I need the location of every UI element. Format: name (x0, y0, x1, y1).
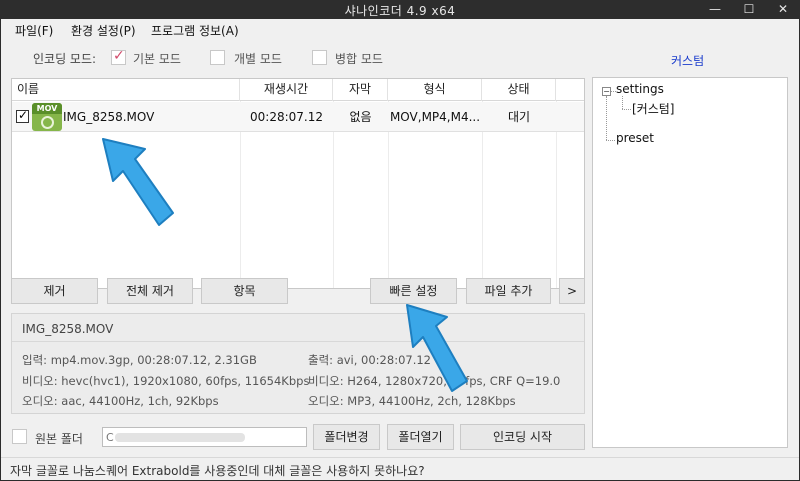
column-header-format[interactable]: 형식 (388, 79, 482, 101)
source-folder-label[interactable]: 원본 폴더 (35, 430, 83, 447)
merge-mode-checkbox[interactable] (312, 50, 327, 65)
info-filename: IMG_8258.MOV (22, 322, 114, 336)
divider (12, 341, 584, 342)
blurred-path (115, 433, 245, 442)
open-folder-button[interactable]: 폴더열기 (387, 424, 454, 450)
status-text: 자막 글꼴로 나눔스퀘어 Extrabold를 사용중인데 대체 글꼴은 사용하… (10, 464, 425, 478)
merge-mode-label[interactable]: 병합 모드 (335, 50, 383, 67)
restore-button[interactable]: ☐ (732, 0, 766, 19)
mov-tag: MOV (32, 103, 62, 114)
input-audio: 오디오: aac, 44100Hz, 1ch, 92Kbps (22, 394, 219, 408)
output-path-input[interactable]: C (102, 427, 307, 447)
mov-file-icon: MOV (32, 103, 62, 131)
menu-file[interactable]: 파일(F) (15, 22, 53, 39)
collapse-toggle-icon[interactable]: − (602, 87, 611, 96)
settings-tree: − settings [커스텀] preset (592, 77, 788, 448)
table-row[interactable]: MOV IMG_8258.MOV 00:28:07.12 없음 MOV,MP4,… (12, 102, 584, 132)
custom-link[interactable]: 커스텀 (671, 52, 704, 69)
annotation-arrow-icon (102, 138, 174, 226)
output-path-prefix: C (106, 431, 114, 444)
column-header-status[interactable]: 상태 (482, 79, 556, 101)
encoding-mode-label: 인코딩 모드: (33, 52, 97, 66)
table-header: 이름 재생시간 자막 형식 상태 (12, 79, 584, 101)
subtitle-cell: 없음 (349, 110, 372, 124)
individual-mode-label[interactable]: 개별 모드 (234, 50, 282, 67)
minimize-button[interactable]: — (698, 0, 732, 19)
tree-connector (622, 109, 631, 110)
basic-mode-checkbox[interactable] (111, 48, 126, 65)
format-cell: MOV,MP4,M4... (389, 110, 481, 124)
close-button[interactable]: ✕ (766, 0, 800, 19)
menu-bar: 파일(F) 환경 설정(P) 프로그램 정보(A) (1, 19, 799, 41)
column-header-name[interactable]: 이름 (12, 79, 240, 101)
encoding-mode-bar: 인코딩 모드: 기본 모드 개별 모드 병합 모드 (1, 46, 581, 68)
film-reel-icon (41, 116, 54, 129)
annotation-arrow-icon (406, 304, 468, 392)
input-video: 비디오: hevc(hvc1), 1920x1080, 60fps, 11654… (22, 374, 310, 388)
remove-button[interactable]: 제거 (11, 278, 98, 304)
tree-connector (606, 96, 607, 140)
app-window: 파일(F) 환경 설정(P) 프로그램 정보(A) 인코딩 모드: 기본 모드 … (1, 19, 799, 480)
column-header-subtitle[interactable]: 자막 (333, 79, 388, 101)
tree-connector (622, 96, 623, 109)
status-cell: 대기 (507, 110, 531, 124)
file-name-cell: IMG_8258.MOV (63, 110, 155, 124)
tree-node-settings[interactable]: settings (616, 82, 664, 96)
tree-node-custom[interactable]: [커스텀] (632, 100, 674, 117)
more-button[interactable]: > (559, 278, 585, 304)
menu-preferences[interactable]: 환경 설정(P) (71, 22, 136, 39)
individual-mode-checkbox[interactable] (210, 50, 225, 65)
start-encoding-button[interactable]: 인코딩 시작 (460, 424, 585, 450)
title-bar: 샤나인코더 4.9 x64 — ☐ ✕ (0, 0, 800, 19)
status-bar: 자막 글꼴로 나눔스퀘어 Extrabold를 사용중인데 대체 글꼴은 사용하… (1, 457, 799, 480)
media-info-panel: IMG_8258.MOV 입력: mp4.mov.3gp, 00:28:07.1… (11, 313, 585, 414)
source-folder-checkbox[interactable] (12, 429, 27, 444)
tree-connector (606, 140, 615, 141)
tree-node-preset[interactable]: preset (616, 131, 654, 145)
duration-cell: 00:28:07.12 (250, 110, 323, 124)
items-button[interactable]: 항목 (201, 278, 288, 304)
remove-all-button[interactable]: 전체 제거 (107, 278, 193, 304)
input-summary: 입력: mp4.mov.3gp, 00:28:07.12, 2.31GB (22, 353, 257, 367)
basic-mode-label[interactable]: 기본 모드 (133, 50, 181, 67)
menu-program-info[interactable]: 프로그램 정보(A) (151, 22, 239, 39)
row-checkbox[interactable] (16, 108, 29, 123)
change-folder-button[interactable]: 폴더변경 (313, 424, 380, 450)
window-title: 샤나인코더 4.9 x64 (344, 4, 456, 18)
column-header-spacer (556, 79, 584, 101)
add-file-button[interactable]: 파일 추가 (466, 278, 551, 304)
column-header-duration[interactable]: 재생시간 (240, 79, 333, 101)
